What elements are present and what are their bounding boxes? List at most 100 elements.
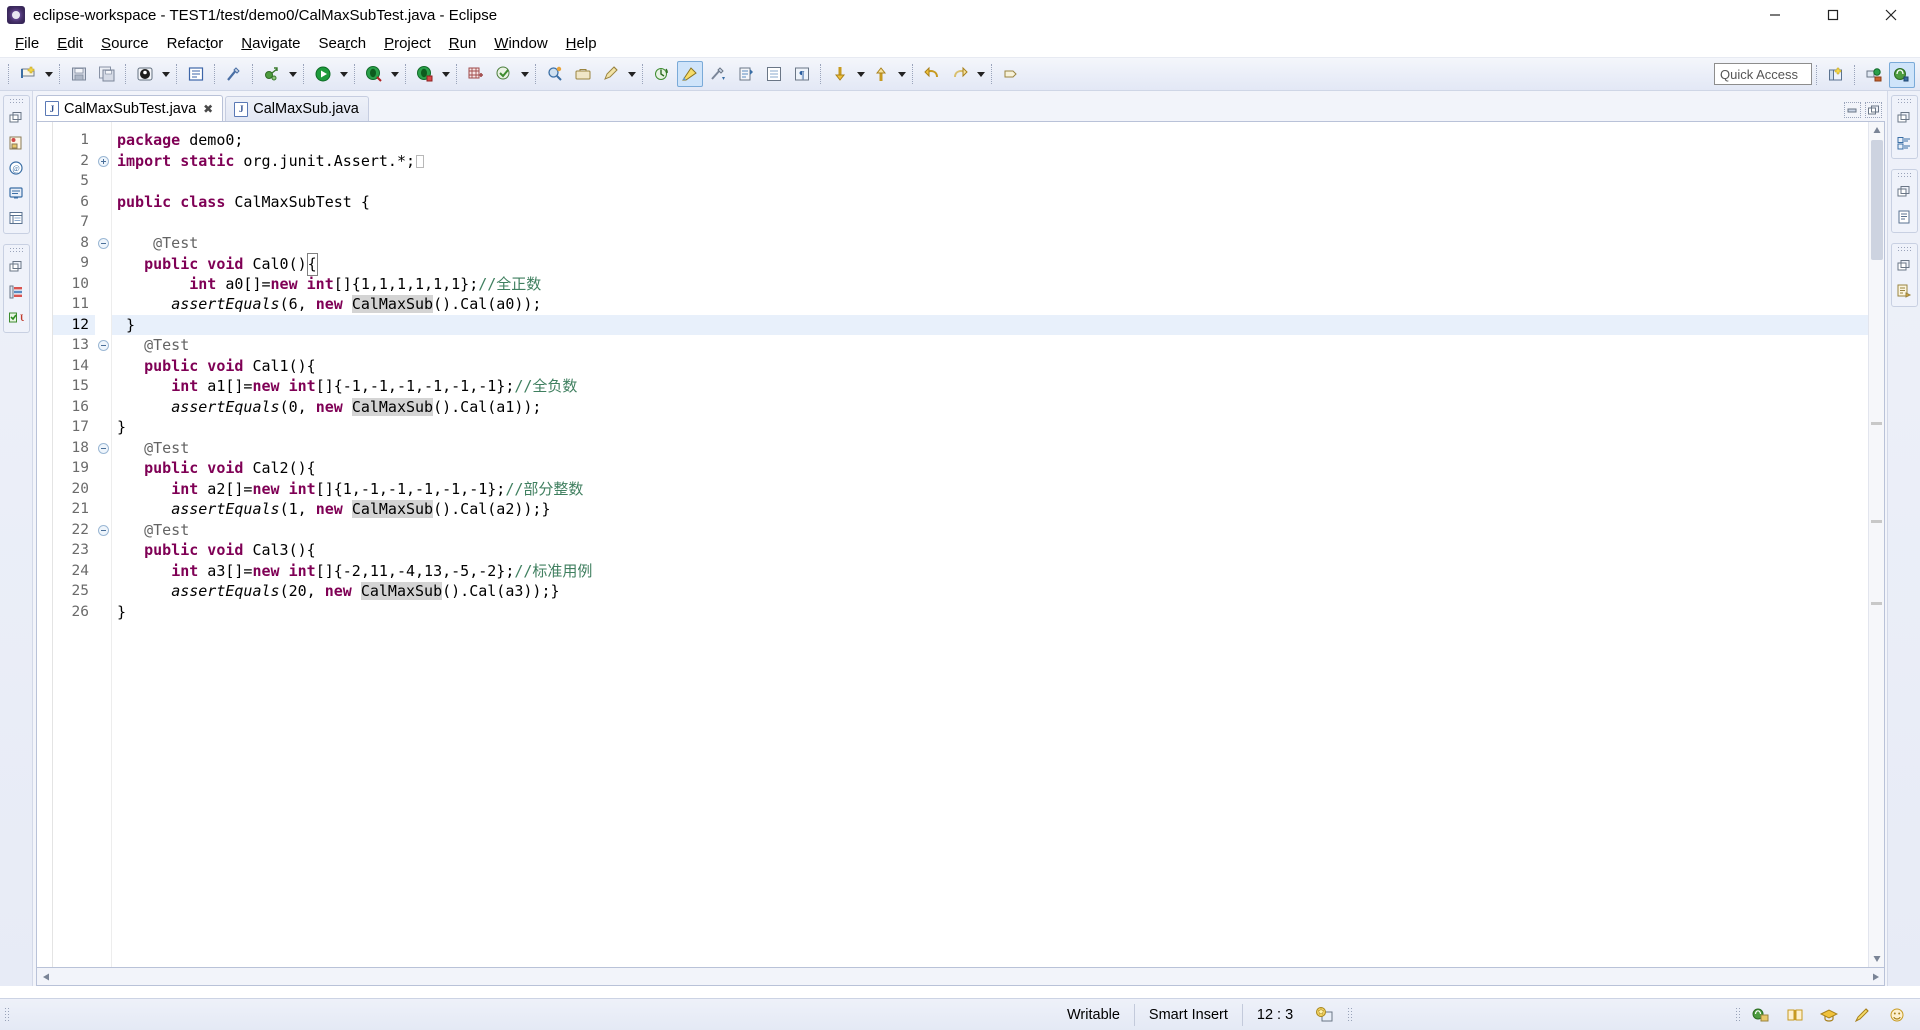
coverage-dropdown-icon[interactable] <box>439 61 452 87</box>
fold-cell[interactable] <box>95 479 111 500</box>
editor-area-icon[interactable] <box>1744 1003 1778 1027</box>
close-button[interactable] <box>1862 0 1920 30</box>
package-explorer-icon[interactable] <box>5 131 28 154</box>
code-line[interactable]: int a3[]=new int[]{-2,11,-4,13,-5,-2};//… <box>112 561 1884 582</box>
fold-cell[interactable] <box>95 356 111 377</box>
code-line[interactable]: package demo0; <box>112 130 1884 151</box>
back-icon[interactable] <box>919 61 945 87</box>
code-line[interactable]: assertEquals(20, new CalMaxSub().Cal(a3)… <box>112 581 1884 602</box>
scroll-up-icon[interactable] <box>1869 122 1884 138</box>
scroll-down-icon[interactable] <box>1869 951 1884 967</box>
fold-collapse-icon[interactable] <box>98 237 109 249</box>
last-edit-location-icon[interactable] <box>761 61 787 87</box>
fold-cell[interactable] <box>95 561 111 582</box>
menu-navigate[interactable]: Navigate <box>232 32 309 55</box>
pin-editor-icon[interactable] <box>998 61 1024 87</box>
code-line[interactable]: public void Cal0(){ <box>112 253 1884 276</box>
edit-icon[interactable] <box>598 61 624 87</box>
editor-tab-calmaxsub[interactable]: J CalMaxSub.java <box>225 96 369 121</box>
restore-icon[interactable] <box>5 106 28 129</box>
code-line[interactable]: @Test <box>112 438 1884 459</box>
drag-grip[interactable] <box>8 247 24 252</box>
external-tools-dropdown-icon[interactable] <box>286 61 299 87</box>
code-line[interactable]: } <box>112 417 1884 438</box>
pencil-highlight-icon[interactable] <box>677 61 703 87</box>
fold-cell[interactable] <box>95 499 111 520</box>
book-icon[interactable] <box>1778 1003 1812 1027</box>
code-line[interactable]: int a1[]=new int[]{-1,-1,-1,-1,-1,-1};//… <box>112 376 1884 397</box>
outline-view-icon[interactable] <box>1893 131 1916 154</box>
debug-icon[interactable] <box>361 61 387 87</box>
scroll-right-icon[interactable] <box>1867 969 1884 985</box>
code-line[interactable]: import static org.junit.Assert.*; <box>112 151 1884 172</box>
external-tools-icon[interactable] <box>259 61 285 87</box>
debug-dropdown-icon[interactable] <box>388 61 401 87</box>
code-line[interactable]: assertEquals(1, new CalMaxSub().Cal(a2))… <box>112 499 1884 520</box>
menu-file[interactable]: File <box>6 32 48 55</box>
open-task-icon[interactable] <box>570 61 596 87</box>
new-wizard-dropdown-icon[interactable] <box>42 61 55 87</box>
fold-cell[interactable] <box>95 458 111 479</box>
scroll-left-icon[interactable] <box>37 969 54 985</box>
build-status-icon[interactable] <box>1307 1003 1343 1027</box>
editor-tab-calmaxsubtest[interactable]: J CalMaxSubTest.java ✖ <box>36 95 224 121</box>
editor-horizontal-scrollbar[interactable] <box>36 968 1885 986</box>
code-line[interactable]: public void Cal1(){ <box>112 356 1884 377</box>
code-line[interactable]: public class CalMaxSubTest { <box>112 192 1884 213</box>
drag-grip[interactable] <box>8 98 24 103</box>
menu-search[interactable]: Search <box>310 32 376 55</box>
fold-cell[interactable] <box>95 602 111 623</box>
perspective-java-icon[interactable] <box>1889 62 1915 88</box>
next-annotation-icon[interactable] <box>705 61 731 87</box>
templates-view-icon[interactable] <box>1893 279 1916 302</box>
forward-dropdown-icon[interactable] <box>974 61 987 87</box>
restore-icon[interactable] <box>1893 254 1916 277</box>
fold-collapse-icon[interactable] <box>98 442 109 454</box>
fold-cell[interactable] <box>95 171 111 192</box>
code-line[interactable]: int a2[]=new int[]{1,-1,-1,-1,-1,-1};//部… <box>112 479 1884 500</box>
folding-ruler[interactable] <box>95 122 112 967</box>
fold-cell[interactable] <box>95 376 111 397</box>
code-line[interactable]: } <box>112 602 1884 623</box>
javadoc-icon[interactable]: @ <box>5 156 28 179</box>
fold-collapse-icon[interactable] <box>98 524 109 536</box>
save-icon[interactable] <box>66 61 92 87</box>
quick-access-input[interactable]: Quick Access <box>1714 63 1812 85</box>
menu-run[interactable]: Run <box>440 32 486 55</box>
scrollbar-track[interactable] <box>54 970 1867 984</box>
fold-cell[interactable] <box>95 520 111 541</box>
fold-collapse-icon[interactable] <box>98 340 109 351</box>
maximize-editor-icon[interactable] <box>1865 102 1882 118</box>
code-text[interactable]: package demo0; import static org.junit.As… <box>112 122 1884 967</box>
print-icon[interactable] <box>132 61 158 87</box>
code-line[interactable]: assertEquals(6, new CalMaxSub().Cal(a0))… <box>112 294 1884 315</box>
code-line[interactable]: @Test <box>112 520 1884 541</box>
open-type-dropdown-icon[interactable] <box>518 61 531 87</box>
maximize-button[interactable] <box>1804 0 1862 30</box>
fold-cell[interactable] <box>95 151 111 172</box>
toggle-markers-icon[interactable] <box>221 61 247 87</box>
search-icon[interactable] <box>542 61 568 87</box>
fold-expand-icon[interactable] <box>98 155 109 167</box>
close-icon[interactable]: ✖ <box>203 102 213 116</box>
menu-help[interactable]: Help <box>557 32 606 55</box>
open-perspective-icon[interactable] <box>1823 62 1849 88</box>
annotation-ruler[interactable] <box>37 122 53 967</box>
open-type-icon[interactable] <box>491 61 517 87</box>
print-dropdown-icon[interactable] <box>159 61 172 87</box>
previous-edit-dropdown-icon[interactable] <box>895 61 908 87</box>
menu-project[interactable]: Project <box>375 32 440 55</box>
fold-cell[interactable] <box>95 192 111 213</box>
perspective-debug-icon[interactable] <box>1861 62 1887 88</box>
menu-source[interactable]: Source <box>92 32 158 55</box>
smiley-icon[interactable] <box>1880 1003 1914 1027</box>
fold-cell[interactable] <box>95 438 111 459</box>
new-package-icon[interactable] <box>463 61 489 87</box>
editor-vertical-scrollbar[interactable] <box>1868 122 1884 967</box>
fold-cell[interactable] <box>95 417 111 438</box>
code-line[interactable]: public void Cal2(){ <box>112 458 1884 479</box>
graduation-cap-icon[interactable] <box>1812 1003 1846 1027</box>
fold-cell[interactable] <box>95 540 111 561</box>
fold-cell[interactable] <box>95 581 111 602</box>
menu-window[interactable]: Window <box>485 32 556 55</box>
